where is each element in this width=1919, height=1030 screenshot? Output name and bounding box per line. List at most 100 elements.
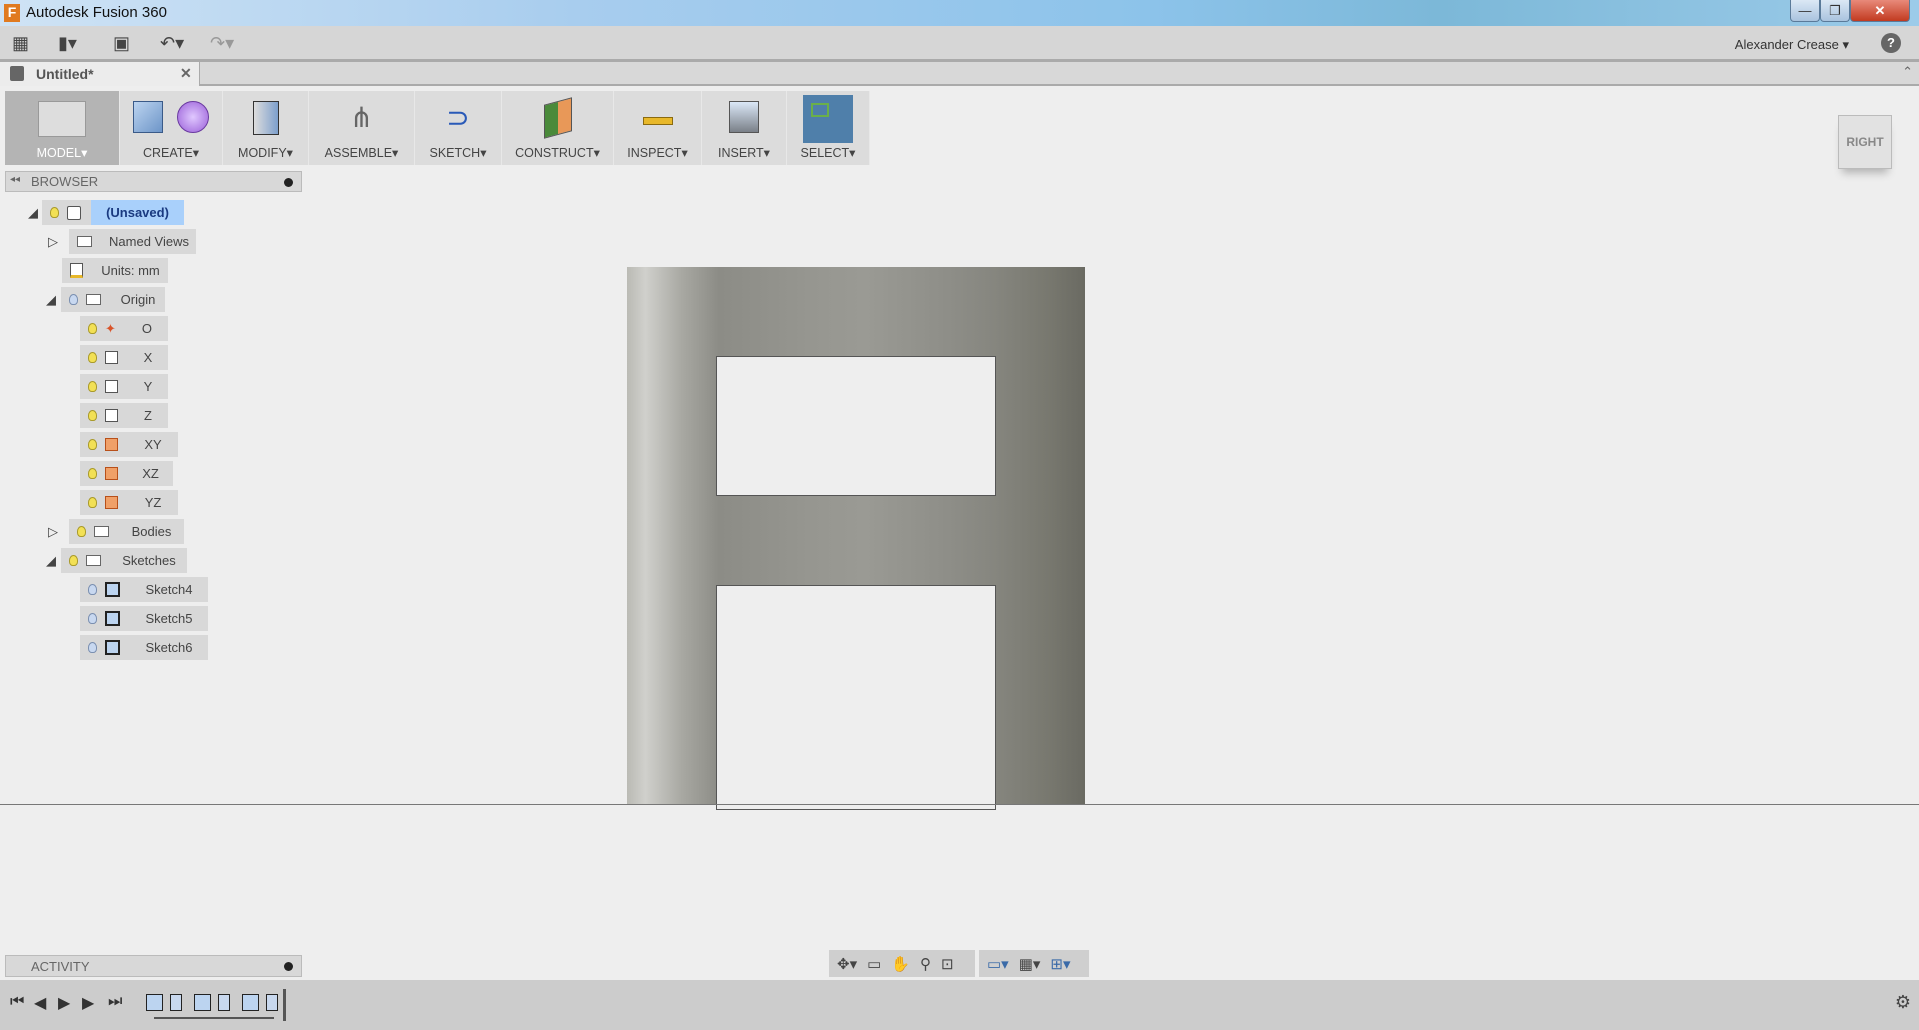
save-icon[interactable]: ▣ (113, 33, 130, 54)
user-menu[interactable]: Alexander Crease ▾ (1735, 37, 1849, 53)
close-tab-icon[interactable]: ✕ (180, 65, 192, 82)
image-icon (729, 101, 759, 133)
ribbon-create[interactable]: CREATE▾ (120, 91, 223, 165)
ribbon-construct[interactable]: CONSTRUCT▾ (502, 91, 614, 165)
visibility-bulb-icon[interactable] (88, 584, 97, 595)
units-icon (70, 263, 83, 278)
browser-item[interactable]: XZ (80, 461, 173, 486)
step-forward-icon[interactable]: ▶ (58, 993, 70, 1013)
grid-icon[interactable]: ▦▾ (1019, 955, 1041, 973)
help-icon[interactable]: ? (1881, 33, 1901, 53)
timeline-extrude-icon[interactable] (170, 994, 182, 1011)
expand-activity-icon[interactable] (284, 962, 293, 971)
timeline-marker[interactable] (283, 989, 286, 1021)
activity-panel-header[interactable]: ACTIVITY (5, 955, 302, 977)
look-at-icon[interactable]: ▭ (867, 955, 881, 973)
visibility-bulb-icon[interactable] (88, 323, 97, 334)
minimize-button[interactable]: — (1790, 0, 1820, 22)
viewcube[interactable]: RIGHT (1838, 115, 1892, 169)
ribbon-assemble[interactable]: ⋔ ASSEMBLE▾ (309, 91, 415, 165)
browser-panel-header[interactable]: ◂◂ BROWSER (5, 171, 302, 192)
timeline-extrude-icon[interactable] (266, 994, 278, 1011)
plane-icon (105, 496, 118, 509)
browser-item-label: Origin (120, 292, 156, 307)
model-body[interactable] (627, 267, 1085, 810)
visibility-bulb-icon[interactable] (88, 468, 97, 479)
restore-button[interactable]: ❐ (1820, 0, 1850, 22)
play-icon[interactable]: ▶ (82, 993, 94, 1013)
sketch-icon (105, 611, 120, 626)
visibility-bulb-icon[interactable] (77, 526, 86, 537)
browser-item[interactable]: X (80, 345, 168, 370)
ribbon-model[interactable]: MODEL▾ (5, 91, 120, 165)
browser-item-label: Named Views (109, 234, 189, 249)
browser-item-label: Y (143, 379, 153, 394)
browser-item[interactable]: Sketch4 (80, 577, 208, 602)
collapse-icon[interactable]: ◢ (46, 553, 56, 569)
measure-icon (642, 117, 673, 125)
browser-item[interactable]: Sketches (61, 548, 187, 573)
visibility-bulb-icon[interactable] (88, 642, 97, 653)
collapse-icon[interactable]: ◢ (46, 292, 56, 308)
visibility-bulb-icon[interactable] (88, 381, 97, 392)
collapse-icon[interactable]: ◢ (28, 205, 38, 221)
visibility-bulb-icon[interactable] (50, 207, 59, 218)
file-icon[interactable]: ▮▾ (58, 33, 77, 54)
orbit-icon[interactable]: ✥▾ (837, 955, 857, 973)
ribbon-insert[interactable]: INSERT▾ (702, 91, 787, 165)
browser-item[interactable]: (Unsaved) (42, 200, 184, 225)
collapse-browser-icon[interactable]: ◂◂ (10, 174, 20, 185)
ribbon-inspect[interactable]: INSPECT▾ (614, 91, 702, 165)
apps-grid-icon[interactable]: ▦ (12, 33, 29, 54)
pin-icon[interactable] (284, 178, 293, 187)
ribbon-modify[interactable]: MODIFY▾ (223, 91, 309, 165)
browser-item[interactable]: XY (80, 432, 178, 457)
browser-item[interactable]: Z (80, 403, 168, 428)
timeline-sketch-icon[interactable] (146, 994, 163, 1011)
visibility-bulb-icon[interactable] (69, 294, 78, 305)
browser-title: BROWSER (31, 174, 99, 189)
viewport-divider (0, 804, 1919, 805)
visibility-bulb-icon[interactable] (88, 410, 97, 421)
browser-item[interactable]: Sketch6 (80, 635, 208, 660)
display-settings-icon[interactable]: ▭▾ (987, 955, 1009, 973)
viewports-icon[interactable]: ⊞▾ (1050, 955, 1070, 973)
browser-item[interactable]: Sketch5 (80, 606, 208, 631)
undo-icon[interactable]: ↶▾ (160, 33, 184, 54)
ribbon-sketch[interactable]: ⊃ SKETCH▾ (415, 91, 502, 165)
close-button[interactable]: ✕ (1850, 0, 1910, 22)
fit-icon[interactable]: ⊡ (941, 955, 954, 973)
browser-item[interactable]: YZ (80, 490, 178, 515)
ribbon-label: INSERT▾ (718, 146, 770, 160)
browser-item-label: YZ (144, 495, 162, 510)
ribbon-select[interactable]: SELECT▾ (787, 91, 870, 165)
timeline-extrude-icon[interactable] (218, 994, 230, 1011)
visibility-bulb-icon[interactable] (88, 497, 97, 508)
visibility-bulb-icon[interactable] (88, 352, 97, 363)
browser-item[interactable]: Named Views (69, 229, 196, 254)
expand-icon[interactable]: ▷ (48, 234, 58, 250)
browser-item[interactable]: Y (80, 374, 168, 399)
browser-item[interactable]: Origin (61, 287, 165, 312)
step-back-icon[interactable]: ◀ (34, 993, 46, 1013)
pan-hand-icon[interactable]: ✋ (891, 955, 910, 973)
browser-item[interactable]: ✦ O (80, 316, 168, 341)
collapse-icon[interactable]: ⌃ (1902, 64, 1913, 80)
ribbon-label: INSPECT▾ (627, 146, 688, 160)
redo-icon[interactable]: ↷▾ (210, 33, 234, 54)
browser-item[interactable]: Bodies (69, 519, 184, 544)
settings-gear-icon[interactable]: ⚙ (1895, 992, 1911, 1013)
visibility-bulb-icon[interactable] (88, 439, 97, 450)
zoom-icon[interactable]: ⚲ (920, 955, 931, 973)
go-to-end-icon[interactable]: ⏭ (108, 993, 122, 1011)
timeline-sketch-icon[interactable] (242, 994, 259, 1011)
browser-item[interactable]: Units: mm (62, 258, 168, 283)
axis-icon (105, 409, 118, 422)
body-opening-upper (716, 356, 996, 496)
timeline-sketch-icon[interactable] (194, 994, 211, 1011)
visibility-bulb-icon[interactable] (88, 613, 97, 624)
tab-untitled[interactable]: Untitled* ✕ (0, 62, 200, 86)
expand-icon[interactable]: ▷ (48, 524, 58, 540)
go-to-start-icon[interactable]: ⏮ (10, 993, 24, 1011)
visibility-bulb-icon[interactable] (69, 555, 78, 566)
